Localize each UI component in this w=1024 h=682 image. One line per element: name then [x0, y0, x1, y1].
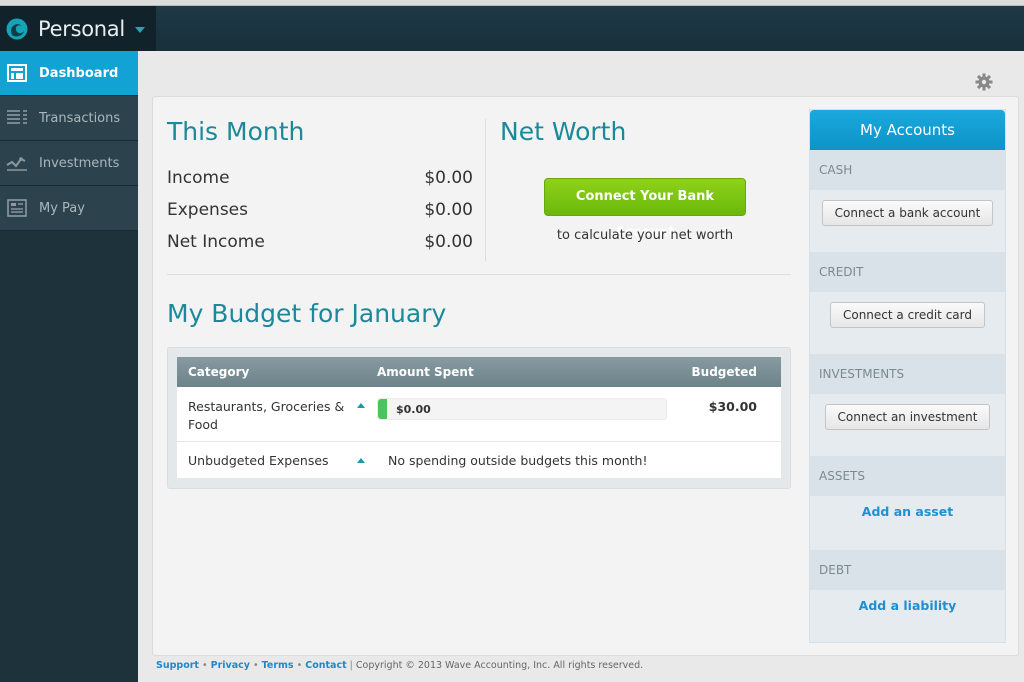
add-liability-link[interactable]: Add a liability	[859, 598, 957, 613]
summary-value: $0.00	[424, 168, 473, 188]
footer-link-terms[interactable]: Terms	[262, 660, 294, 671]
column-header-budgeted: Budgeted	[691, 365, 757, 379]
top-bar: Personal	[0, 6, 1024, 51]
table-row: Unbudgeted Expenses No spending outside …	[177, 442, 781, 478]
footer-separator: •	[253, 660, 259, 671]
dashboard-panel: This Month Income $0.00 Expenses $0.00 N…	[152, 96, 1019, 656]
footer-separator: •	[202, 660, 208, 671]
budget-category: Restaurants, Groceries & Food	[188, 399, 345, 432]
sidebar-item-label: Transactions	[39, 110, 121, 126]
this-month-section: This Month Income $0.00 Expenses $0.00 N…	[167, 117, 473, 258]
budget-table-header: Category Amount Spent Budgeted	[177, 357, 781, 387]
my-accounts-title: My Accounts	[810, 110, 1005, 150]
this-month-title: This Month	[167, 117, 305, 146]
sidebar-item-investments[interactable]: Investments	[0, 141, 138, 186]
footer: Support • Privacy • Terms • Contact | Co…	[156, 660, 644, 671]
connect-investment-button[interactable]: Connect an investment	[824, 404, 991, 430]
summary-label: Income	[167, 168, 230, 188]
summary-label: Expenses	[167, 200, 248, 220]
section-label-credit: CREDIT	[810, 252, 1005, 292]
summary-value: $0.00	[424, 200, 473, 220]
budget-container: Category Amount Spent Budgeted Restauran…	[167, 347, 791, 489]
sidebar-item-transactions[interactable]: Transactions	[0, 96, 138, 141]
add-asset-link[interactable]: Add an asset	[862, 504, 953, 519]
table-row: Restaurants, Groceries & Food $0.00 $30.…	[177, 387, 781, 442]
expand-caret-icon[interactable]	[357, 457, 365, 463]
horizontal-divider	[167, 274, 791, 275]
budget-table: Category Amount Spent Budgeted Restauran…	[177, 357, 781, 478]
footer-link-contact[interactable]: Contact	[305, 660, 346, 671]
profile-name: Personal	[38, 16, 125, 41]
section-label-debt: DEBT	[810, 550, 1005, 590]
caret-down-icon	[134, 26, 145, 33]
income-row: Income $0.00	[167, 162, 473, 194]
expand-caret-icon[interactable]	[357, 403, 365, 408]
budgeted-amount: $30.00	[708, 399, 757, 414]
my-accounts-panel: My Accounts CASH Connect a bank account …	[809, 109, 1006, 643]
section-label-investments: INVESTMENTS	[810, 354, 1005, 394]
net-worth-section: Net Worth Connect Your Bank Account to c…	[500, 117, 790, 243]
summary-label: Net Income	[167, 232, 265, 252]
net-worth-subtitle: to calculate your net worth	[556, 228, 734, 243]
column-header-category: Category	[188, 365, 250, 379]
sidebar-item-label: Investments	[39, 155, 120, 171]
investments-chart-icon	[6, 153, 28, 173]
summary-value: $0.00	[424, 232, 473, 252]
no-spending-message: No spending outside budgets this month!	[388, 452, 648, 468]
amount-spent: $0.00	[396, 402, 431, 416]
progress-fill	[378, 399, 387, 419]
dashboard-icon	[6, 63, 28, 83]
sidebar-item-label: My Pay	[39, 200, 85, 216]
footer-separator: •	[296, 660, 303, 671]
footer-link-privacy[interactable]: Privacy	[211, 660, 250, 671]
section-label-cash: CASH	[810, 150, 1005, 190]
wave-logo-icon	[6, 18, 28, 39]
net-income-row: Net Income $0.00	[167, 226, 473, 258]
expenses-row: Expenses $0.00	[167, 194, 473, 226]
footer-link-support[interactable]: Support	[156, 660, 199, 671]
sidebar-item-my-pay[interactable]: My Pay	[0, 186, 138, 231]
column-header-amount-spent: Amount Spent	[377, 365, 474, 379]
net-worth-title: Net Worth	[500, 117, 627, 146]
budget-title: My Budget for January	[167, 299, 447, 328]
section-divider	[485, 119, 486, 261]
section-label-assets: ASSETS	[810, 456, 1005, 496]
gear-icon[interactable]	[975, 73, 993, 91]
budget-category: Unbudgeted Expenses	[188, 452, 329, 468]
transactions-list-icon	[6, 108, 28, 128]
connect-bank-account-button[interactable]: Connect Your Bank Account	[544, 178, 746, 240]
spending-progress-bar: $0.00	[377, 398, 667, 420]
copyright-text: Copyright © 2013 Wave Accounting, Inc. A…	[355, 660, 644, 671]
paystub-icon	[6, 198, 28, 218]
sidebar-item-dashboard[interactable]: Dashboard	[0, 51, 138, 96]
sidebar: Dashboard Transactions Investments My Pa…	[0, 51, 138, 682]
sidebar-item-label: Dashboard	[39, 65, 119, 81]
profile-switcher[interactable]: Personal	[0, 6, 156, 51]
connect-credit-card-button[interactable]: Connect a credit card	[829, 302, 985, 328]
connect-bank-account-small-button[interactable]: Connect a bank account	[821, 200, 994, 226]
